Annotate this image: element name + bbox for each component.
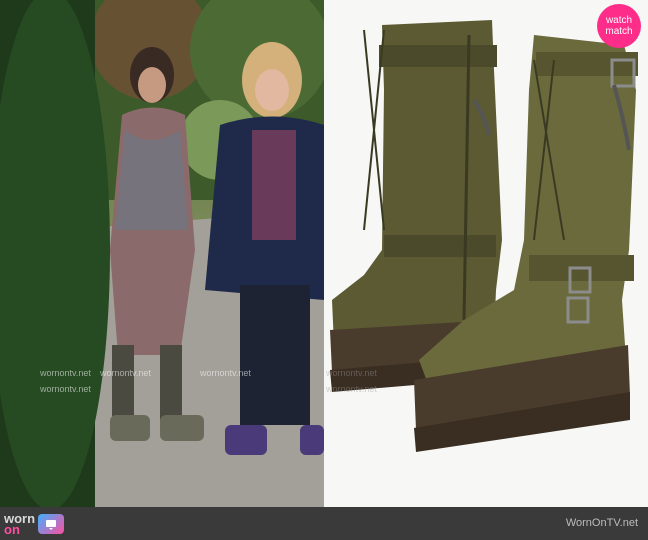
logo-text: worn on — [4, 512, 35, 537]
watermark: wornontv.net — [100, 368, 151, 378]
watch-match-badge[interactable]: watch match — [597, 4, 641, 48]
tv-icon — [38, 514, 65, 534]
wornontv-logo[interactable]: worn on — [4, 509, 65, 539]
tv-glyph — [46, 520, 57, 530]
watermark: wornontv.net — [40, 384, 91, 394]
watermark: wornontv.net — [326, 384, 377, 394]
watermark: wornontv.net — [200, 368, 251, 378]
scene-photo: wornontv.net wornontv.net wornontv.net w… — [0, 0, 324, 507]
badge-line2: match — [605, 26, 633, 37]
footer-bar: worn on WornOnTV.net — [0, 507, 648, 540]
product-photo[interactable]: wornontv.net wornontv.net — [324, 0, 648, 507]
logo-on: on — [4, 522, 20, 537]
footer-domain: WornOnTV.net — [565, 517, 638, 529]
boots-illustration — [330, 20, 638, 452]
badge-line1: watch — [605, 15, 633, 26]
watermark: wornontv.net — [326, 368, 377, 378]
scene-illustration — [0, 0, 324, 507]
watermark: wornontv.net — [40, 368, 91, 378]
